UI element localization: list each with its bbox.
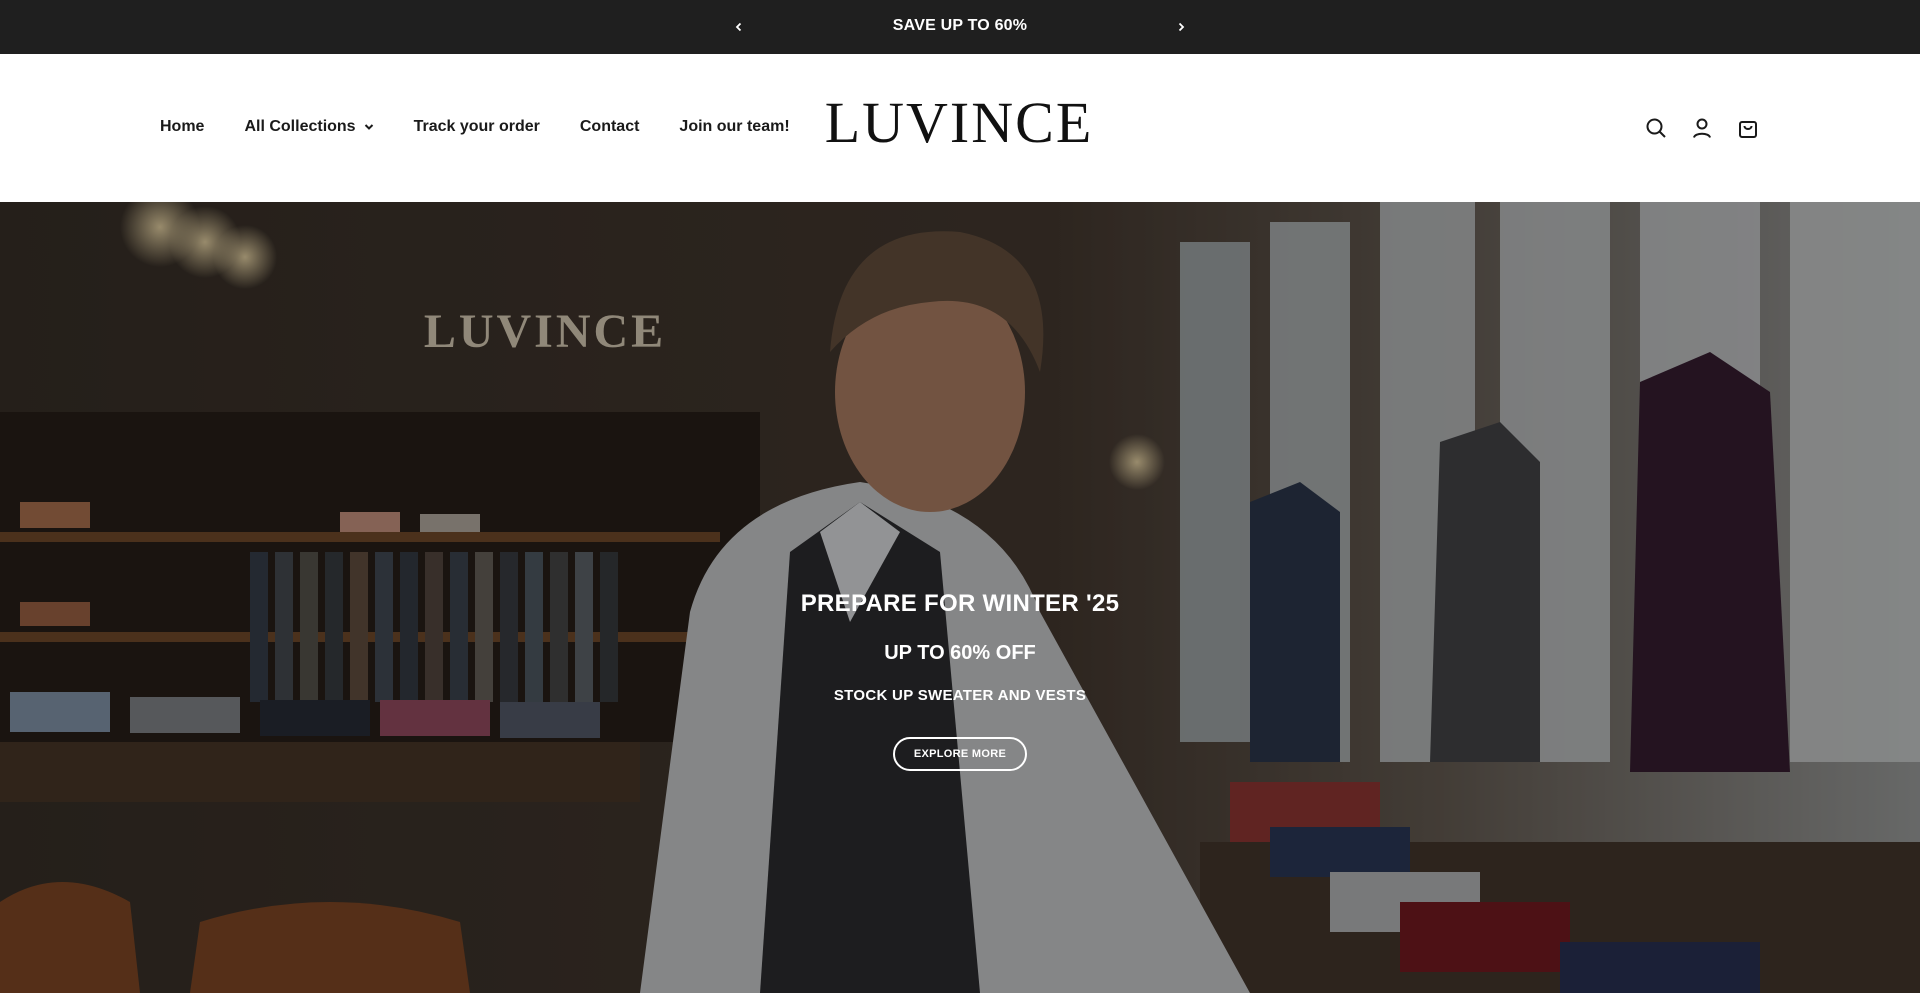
header-actions <box>1644 116 1760 140</box>
search-icon[interactable] <box>1644 116 1668 140</box>
explore-more-button[interactable]: EXPLORE MORE <box>892 737 1028 771</box>
hero-content: PREPARE FOR WINTER '25 UP TO 60% OFF STO… <box>0 590 1920 771</box>
announcement-text: SAVE UP TO 60% <box>892 17 1028 34</box>
nav-item-label: Track your order <box>413 118 540 135</box>
hero-heading: PREPARE FOR WINTER '25 <box>800 590 1120 617</box>
hero-tagline: STOCK UP SWEATER AND VESTS <box>833 687 1087 704</box>
hero-banner: LUVINCE PREPARE FOR WINTER '25 UP TO 60%… <box>0 202 1920 993</box>
nav-item-home[interactable]: Home <box>160 118 204 136</box>
site-header: Home All Collections Track your order Co… <box>0 54 1920 202</box>
chevron-right-icon[interactable] <box>1168 14 1194 40</box>
nav-item-all-collections[interactable]: All Collections <box>244 118 373 136</box>
nav-item-label: Join our team! <box>679 118 790 135</box>
cart-icon[interactable] <box>1736 116 1760 140</box>
nav-item-label: All Collections <box>244 118 356 135</box>
brand-logo[interactable]: LUVINCE <box>820 94 1098 152</box>
nav-item-join-team[interactable]: Join our team! <box>679 118 789 136</box>
nav-item-label: Contact <box>579 118 640 135</box>
nav-item-track-order[interactable]: Track your order <box>414 118 540 136</box>
nav-item-label: Home <box>160 118 205 135</box>
main-nav: Home All Collections Track your order Co… <box>160 118 830 136</box>
announcement-bar: SAVE UP TO 60% <box>0 0 1920 54</box>
hero-subheading: UP TO 60% OFF <box>884 642 1036 664</box>
nav-item-contact[interactable]: Contact <box>580 118 640 136</box>
chevron-down-icon <box>364 123 374 131</box>
account-icon[interactable] <box>1690 116 1714 140</box>
